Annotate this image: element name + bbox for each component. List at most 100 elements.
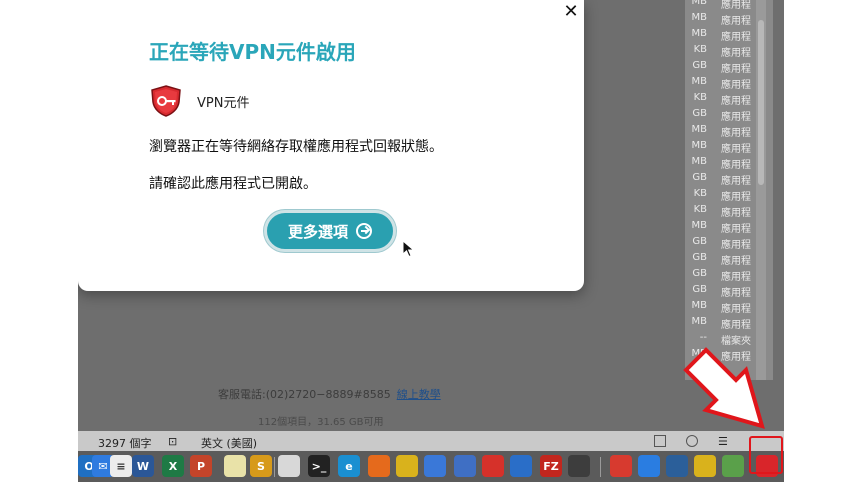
- dock-app-icon[interactable]: [454, 455, 476, 477]
- dock-app-icon[interactable]: [694, 455, 716, 477]
- file-row[interactable]: MB 應用程: [685, 12, 765, 28]
- file-row[interactable]: MB 應用程: [685, 124, 765, 140]
- print-layout-icon[interactable]: [654, 435, 666, 447]
- mouse-cursor-icon: [402, 240, 415, 258]
- file-size-unit: KB: [693, 204, 707, 215]
- file-row[interactable]: MB 應用程: [685, 300, 765, 316]
- file-kind: 應用程: [721, 192, 751, 203]
- word-status-bar: 3297 個字 ⊡ 英文 (美國) ☰: [78, 431, 784, 451]
- dock-app-icon[interactable]: [722, 455, 744, 477]
- file-row[interactable]: MB 應用程: [685, 76, 765, 92]
- file-kind: 應用程: [721, 48, 751, 59]
- file-row[interactable]: KB 應用程: [685, 204, 765, 220]
- support-line: 客服電話:(02)2720−8889#8585 線上教學: [218, 386, 558, 402]
- annotation-arrow-icon: [683, 347, 765, 429]
- file-kind: 應用程: [721, 128, 751, 139]
- file-kind: 應用程: [721, 112, 751, 123]
- file-size-unit: GB: [692, 268, 707, 279]
- file-size-unit: MB: [691, 156, 708, 167]
- close-icon[interactable]: ✕: [562, 2, 580, 22]
- file-row[interactable]: GB 應用程: [685, 60, 765, 76]
- dock-app-icon[interactable]: [368, 455, 390, 477]
- dialog-title: 正在等待VPN元件啟用: [149, 40, 356, 64]
- vpn-waiting-dialog: ✕ 正在等待VPN元件啟用 VPN元件 瀏覽器正在等待網絡存取權應用程式回報狀態…: [78, 0, 584, 291]
- file-row[interactable]: GB 應用程: [685, 268, 765, 284]
- file-row[interactable]: GB 應用程: [685, 172, 765, 188]
- dock-app-icon[interactable]: [424, 455, 446, 477]
- file-size-unit: KB: [693, 44, 707, 55]
- proofing-icon[interactable]: ⊡: [168, 435, 177, 448]
- file-row[interactable]: MB 應用程: [685, 0, 765, 12]
- file-row[interactable]: KB 應用程: [685, 44, 765, 60]
- file-size-unit: MB: [691, 316, 708, 327]
- file-row[interactable]: GB 應用程: [685, 236, 765, 252]
- dock-app-icon[interactable]: e: [338, 455, 360, 477]
- file-row[interactable]: GB 應用程: [685, 108, 765, 124]
- file-size-unit: KB: [693, 188, 707, 199]
- file-kind: 應用程: [721, 160, 751, 171]
- file-size-unit: MB: [691, 0, 708, 7]
- file-kind: 應用程: [721, 32, 751, 43]
- finder-status: 112個項目，31.65 GB可用: [258, 417, 384, 428]
- file-size-unit: MB: [691, 12, 708, 23]
- dock-app-icon[interactable]: [638, 455, 660, 477]
- file-size-unit: GB: [692, 252, 707, 263]
- annotation-highlight-box: [749, 436, 783, 474]
- dock-app-icon[interactable]: ≡: [110, 455, 132, 477]
- dock-app-icon[interactable]: [568, 455, 590, 477]
- word-count[interactable]: 3297 個字: [98, 435, 152, 451]
- file-kind: 應用程: [721, 64, 751, 75]
- dock-app-icon[interactable]: [666, 455, 688, 477]
- file-list-scroll-thumb[interactable]: [758, 20, 764, 185]
- file-row[interactable]: GB 應用程: [685, 284, 765, 300]
- dock-app-icon[interactable]: P: [190, 455, 212, 477]
- screen: MB 應用程 MB 應用程 MB 應用程 KB 應用程 GB 應用程 MB 應用程 KB 應用程 GB 應用程…: [78, 0, 784, 482]
- file-kind: 應用程: [721, 96, 751, 107]
- file-kind: 應用程: [721, 80, 751, 91]
- file-kind: 應用程: [721, 144, 751, 155]
- language-indicator[interactable]: 英文 (美國): [201, 435, 257, 451]
- dock-app-icon[interactable]: W: [132, 455, 154, 477]
- vpn-shield-icon: [151, 85, 181, 117]
- more-options-label: 更多選項: [287, 222, 348, 241]
- file-size-unit: GB: [692, 172, 707, 183]
- file-kind: 應用程: [721, 272, 751, 283]
- file-size-unit: --: [699, 332, 707, 343]
- file-row[interactable]: KB 應用程: [685, 92, 765, 108]
- file-row[interactable]: MB 應用程: [685, 140, 765, 156]
- dock-app-icon[interactable]: [396, 455, 418, 477]
- dock-app-icon[interactable]: [610, 455, 632, 477]
- file-row[interactable]: MB 應用程: [685, 316, 765, 332]
- file-kind: 應用程: [721, 256, 751, 267]
- dock-app-icon[interactable]: [278, 455, 300, 477]
- more-options-button[interactable]: 更多選項: [264, 210, 396, 252]
- dock-app-icon[interactable]: S: [250, 455, 272, 477]
- dock-app-icon[interactable]: [510, 455, 532, 477]
- file-size-unit: MB: [691, 300, 708, 311]
- dock-separator: [274, 457, 275, 477]
- file-size-unit: GB: [692, 108, 707, 119]
- file-row[interactable]: MB 應用程: [685, 156, 765, 172]
- dock: O ✉ ≡ W X P S >_ e FZ: [78, 451, 784, 482]
- file-size-unit: GB: [692, 236, 707, 247]
- file-kind: 應用程: [721, 288, 751, 299]
- file-size-unit: MB: [691, 124, 708, 135]
- file-row[interactable]: GB 應用程: [685, 252, 765, 268]
- file-row[interactable]: KB 應用程: [685, 188, 765, 204]
- web-layout-icon[interactable]: [686, 435, 698, 447]
- file-kind: 應用程: [721, 240, 751, 251]
- outline-view-icon[interactable]: ☰: [718, 435, 728, 448]
- arrow-right-circle-icon: [356, 223, 372, 239]
- dock-app-icon[interactable]: >_: [308, 455, 330, 477]
- file-row[interactable]: MB 應用程: [685, 220, 765, 236]
- component-name: VPN元件: [197, 96, 250, 111]
- file-kind: 應用程: [721, 208, 751, 219]
- support-link[interactable]: 線上教學: [397, 388, 441, 401]
- file-kind: 應用程: [721, 224, 751, 235]
- dock-app-icon[interactable]: [482, 455, 504, 477]
- dock-app-icon[interactable]: FZ: [540, 455, 562, 477]
- file-kind: 應用程: [721, 0, 751, 11]
- dock-app-icon[interactable]: X: [162, 455, 184, 477]
- dock-app-icon[interactable]: [224, 455, 246, 477]
- file-row[interactable]: MB 應用程: [685, 28, 765, 44]
